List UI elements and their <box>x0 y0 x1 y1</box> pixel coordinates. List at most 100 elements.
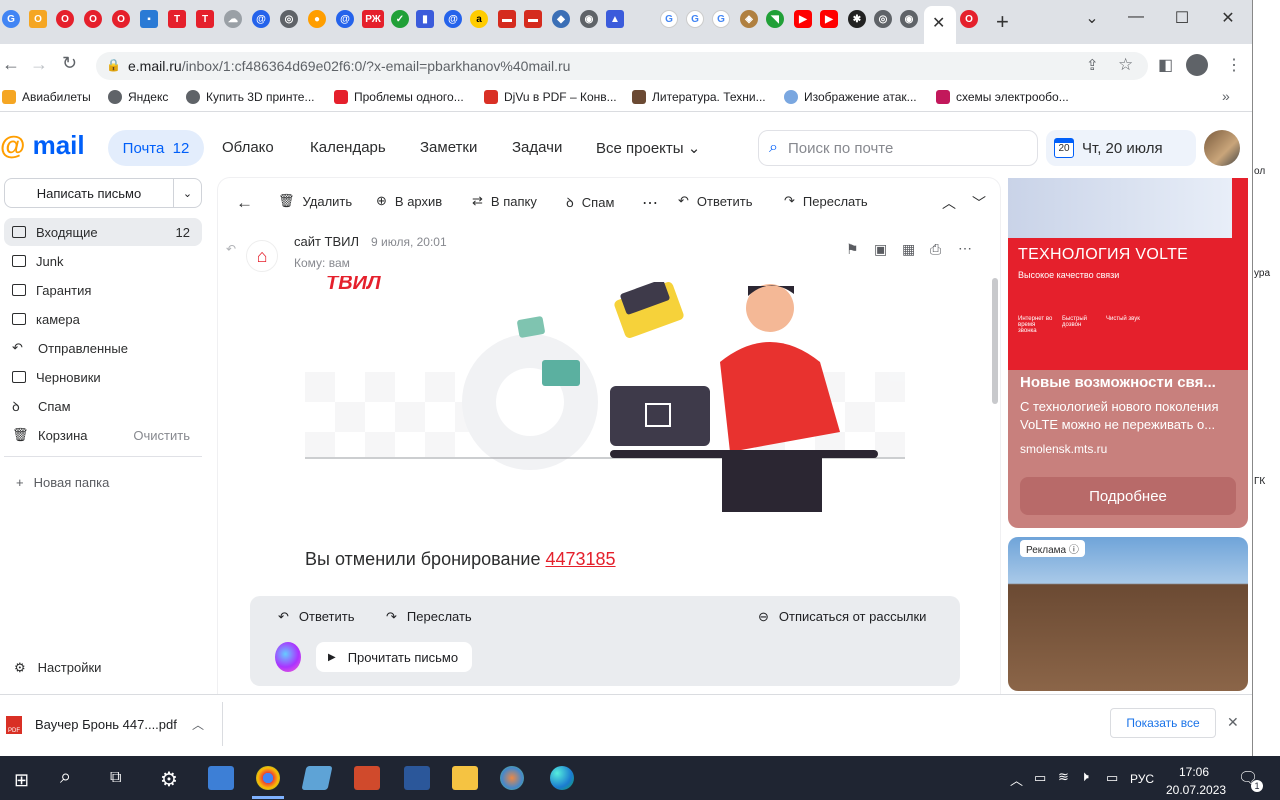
sender-avatar[interactable]: ⌂ <box>246 240 278 272</box>
tray-chevron-icon[interactable]: ︿ <box>1010 770 1023 789</box>
bookmark-yandex[interactable]: Яндекс <box>108 90 168 104</box>
url-text[interactable]: e.mail.ru/inbox/1:cf486364d69e02f6:0/?x-… <box>128 58 570 74</box>
bookmark-problems[interactable]: Проблемы одного... <box>334 90 464 104</box>
more-bookmarks-icon[interactable]: » <box>1222 88 1230 104</box>
close-window-icon[interactable]: ✕ <box>1216 8 1240 28</box>
file-explorer-icon[interactable] <box>452 766 478 790</box>
bookmark-schemes[interactable]: схемы электрообо... <box>936 90 1069 104</box>
wifi-icon[interactable]: ≋ <box>1058 769 1069 785</box>
profile-icon[interactable] <box>1186 54 1208 76</box>
tab-site-icon-3[interactable]: ▮ <box>416 10 434 28</box>
footer-reply-button[interactable]: ↶ Ответить <box>278 609 354 625</box>
tab-opera-icon-4[interactable]: O <box>960 10 978 28</box>
notepad-icon[interactable] <box>301 766 333 790</box>
bookmark-aviabilety[interactable]: Авиабилеты <box>2 90 91 104</box>
tab-youtube-icon[interactable]: ▶ <box>794 10 812 28</box>
new-tab-icon[interactable]: + <box>996 9 1009 35</box>
word-icon[interactable] <box>404 766 430 790</box>
forward-button[interactable]: ↷ Переслать <box>784 193 868 209</box>
tab-sber-icon[interactable]: ✓ <box>391 10 409 28</box>
new-folder-button[interactable]: + Новая папка <box>16 475 109 490</box>
compose-button[interactable]: Написать письмо ⌄ <box>4 178 202 208</box>
tab-opera-icon-2[interactable]: O <box>84 10 102 28</box>
tab-search-chevron-icon[interactable]: ⌄ <box>1080 8 1104 28</box>
tab-site-icon-5[interactable]: ◥ <box>766 10 784 28</box>
tab-chrome-icon-2[interactable]: ◉ <box>900 10 918 28</box>
language-indicator[interactable]: РУС <box>1130 772 1154 786</box>
folder-inbox[interactable]: Входящие 12 <box>4 218 202 246</box>
delete-button[interactable]: 🗑 Удалить <box>278 193 352 209</box>
paint-icon[interactable] <box>500 766 524 790</box>
next-letter-icon[interactable]: ﹀ <box>972 193 986 213</box>
spam-button[interactable]: ꝺ Спам <box>566 193 614 211</box>
tab-shield-icon[interactable]: ◆ <box>552 10 570 28</box>
chevron-down-icon[interactable]: ⌄ <box>173 179 201 207</box>
reload-icon[interactable]: ↻ <box>62 53 77 74</box>
search-input[interactable]: ⌕ Поиск по почте <box>758 130 1038 166</box>
tab-chrome-icon[interactable]: ◉ <box>580 10 598 28</box>
tab-tvil-icon[interactable]: T <box>168 10 186 28</box>
tab-mail-icon[interactable]: @ <box>252 10 270 28</box>
maximize-icon[interactable]: ☐ <box>1170 8 1194 28</box>
tab-flag-icon[interactable]: ▬ <box>498 10 516 28</box>
ad1-more-button[interactable]: Подробнее <box>1020 477 1236 515</box>
tab-flag-icon-2[interactable]: ▬ <box>524 10 542 28</box>
ad1-domain[interactable]: smolensk.mts.ru <box>1020 442 1107 456</box>
calendar-add-icon[interactable]: ▦ <box>902 241 915 258</box>
folder-warranty[interactable]: Гарантия <box>4 276 202 304</box>
show-all-downloads-button[interactable]: Показать все <box>1110 708 1216 738</box>
settings-gear-icon[interactable]: ⚙ <box>160 767 178 792</box>
unsubscribe-button[interactable]: ⊖ Отписаться от рассылки <box>758 609 926 625</box>
tab-emblem-icon[interactable]: ▲ <box>606 10 624 28</box>
tab-opera-icon[interactable]: O <box>56 10 74 28</box>
folder-spam[interactable]: ꝺ Спам <box>4 392 202 420</box>
tab-google-icon-3[interactable]: G <box>686 10 704 28</box>
side-panel-icon[interactable]: ◧ <box>1158 55 1173 75</box>
tab-google-icon-4[interactable]: G <box>712 10 730 28</box>
tab-mail-icon-2[interactable]: @ <box>336 10 354 28</box>
taskbar-search-icon[interactable]: ⌕ <box>60 766 71 789</box>
bookmark-3d-printer[interactable]: Купить 3D принте... <box>186 90 315 104</box>
back-icon[interactable]: ← <box>2 54 20 75</box>
lock-icon[interactable]: 🔒 <box>106 58 121 72</box>
tab-opera-icon-3[interactable]: O <box>112 10 130 28</box>
tab-google-icon-2[interactable]: G <box>660 10 678 28</box>
nav-calendar[interactable]: Календарь <box>310 139 386 156</box>
bookmark-icon[interactable]: ⚑ <box>846 241 859 258</box>
folder-camera[interactable]: камера <box>4 305 202 333</box>
marusia-assistant-icon[interactable] <box>275 642 301 672</box>
folder-junk[interactable]: Junk <box>4 247 202 275</box>
reply-button[interactable]: ↶ Ответить <box>678 193 752 209</box>
tab-globe-icon-2[interactable]: ◎ <box>874 10 892 28</box>
clock[interactable]: 17:06 20.07.2023 <box>1166 763 1226 799</box>
tab-rzd-icon[interactable]: РЖ <box>362 10 384 28</box>
tab-globe-icon[interactable]: ◎ <box>280 10 298 28</box>
tab-zen-icon[interactable]: ✱ <box>848 10 866 28</box>
powerpoint-icon[interactable] <box>354 766 380 790</box>
letter-scrollbar[interactable] <box>992 278 998 404</box>
tab-google-icon[interactable]: G <box>2 10 20 28</box>
download-menu-chevron-icon[interactable]: ︿ <box>192 716 204 733</box>
back-to-list-icon[interactable]: ← <box>236 193 253 213</box>
nav-all-projects[interactable]: Все проекты ⌄ <box>596 139 700 157</box>
ad1-title[interactable]: Новые возможности свя... <box>1020 374 1236 391</box>
battery-icon[interactable]: ▭ <box>1106 770 1118 786</box>
ad-hotel-card[interactable] <box>1008 537 1248 691</box>
volume-icon[interactable]: 🕨 <box>1080 768 1089 785</box>
folder-drafts[interactable]: Черновики <box>4 363 202 391</box>
nav-notes[interactable]: Заметки <box>420 139 477 156</box>
nav-cloud[interactable]: Облако <box>222 139 274 156</box>
tab-cloud-icon[interactable]: ☁ <box>224 10 242 28</box>
settings-button[interactable]: ⚙ Настройки <box>14 660 101 676</box>
bookmark-djvu[interactable]: DjVu в PDF – Конв... <box>484 90 617 104</box>
minimize-icon[interactable]: — <box>1124 8 1148 26</box>
user-avatar[interactable] <box>1204 130 1240 166</box>
tab-ok-icon[interactable]: О <box>29 10 47 28</box>
nav-mail-pill[interactable]: Почта 12 <box>108 130 204 166</box>
sender-name[interactable]: сайт ТВИЛ <box>294 234 359 249</box>
calendar-widget[interactable]: 20 Чт, 20 июля <box>1046 130 1196 166</box>
close-downloads-icon[interactable]: ✕ <box>1227 714 1239 731</box>
move-to-folder-button[interactable]: ⇄ В папку <box>472 193 537 209</box>
calculator-icon[interactable] <box>208 766 234 790</box>
tab-close-icon[interactable]: ✕ <box>932 13 945 33</box>
